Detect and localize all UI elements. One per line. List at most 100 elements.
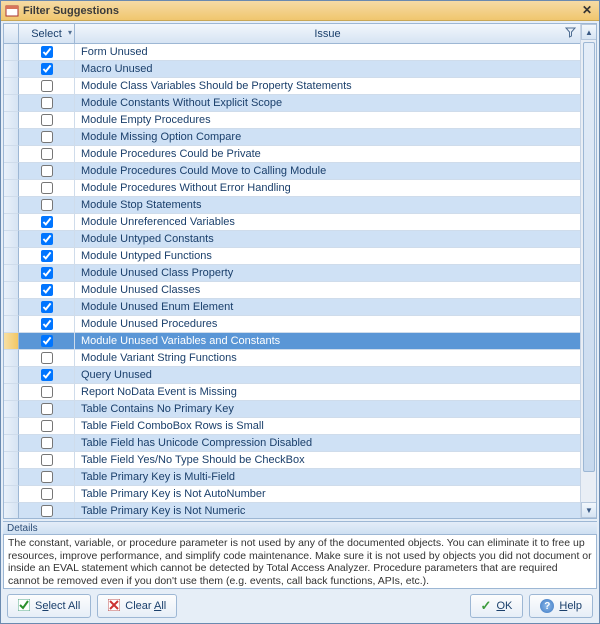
table-row[interactable]: Table Primary Key is Multi-Field <box>4 469 580 486</box>
row-selector[interactable] <box>4 401 19 418</box>
select-all-button[interactable]: Select All <box>7 594 91 618</box>
row-checkbox[interactable] <box>41 301 53 313</box>
row-selector[interactable] <box>4 367 19 384</box>
cell-issue[interactable]: Module Untyped Functions <box>75 248 580 265</box>
table-row[interactable]: Module Class Variables Should be Propert… <box>4 78 580 95</box>
table-row[interactable]: Report NoData Event is Missing <box>4 384 580 401</box>
table-row[interactable]: Module Procedures Could be Private <box>4 146 580 163</box>
table-row[interactable]: Module Untyped Constants <box>4 231 580 248</box>
row-checkbox[interactable] <box>41 437 53 449</box>
row-checkbox[interactable] <box>41 369 53 381</box>
row-selector[interactable] <box>4 95 19 112</box>
cell-issue[interactable]: Table Primary Key is Multi-Field <box>75 469 580 486</box>
row-checkbox[interactable] <box>41 97 53 109</box>
row-selector[interactable] <box>4 163 19 180</box>
row-selector[interactable] <box>4 197 19 214</box>
table-row[interactable]: Module Unused Enum Element <box>4 299 580 316</box>
row-selector[interactable] <box>4 265 19 282</box>
scroll-down-arrow-icon[interactable]: ▼ <box>581 502 597 518</box>
row-checkbox[interactable] <box>41 131 53 143</box>
row-selector[interactable] <box>4 299 19 316</box>
row-selector[interactable] <box>4 435 19 452</box>
row-checkbox[interactable] <box>41 335 53 347</box>
row-selector[interactable] <box>4 503 19 518</box>
row-checkbox[interactable] <box>41 182 53 194</box>
row-checkbox[interactable] <box>41 46 53 58</box>
cell-issue[interactable]: Module Unreferenced Variables <box>75 214 580 231</box>
row-selector[interactable] <box>4 61 19 78</box>
cell-issue[interactable]: Table Field has Unicode Compression Disa… <box>75 435 580 452</box>
row-selector[interactable] <box>4 486 19 503</box>
cell-issue[interactable]: Module Class Variables Should be Propert… <box>75 78 580 95</box>
cell-issue[interactable]: Report NoData Event is Missing <box>75 384 580 401</box>
row-selector[interactable] <box>4 418 19 435</box>
table-row[interactable]: Module Stop Statements <box>4 197 580 214</box>
table-row[interactable]: Table Primary Key is Not Numeric <box>4 503 580 518</box>
row-selector[interactable] <box>4 129 19 146</box>
clear-all-button[interactable]: Clear All <box>97 594 177 618</box>
row-checkbox[interactable] <box>41 318 53 330</box>
cell-issue[interactable]: Table Contains No Primary Key <box>75 401 580 418</box>
table-row[interactable]: Module Unused Variables and Constants <box>4 333 580 350</box>
cell-issue[interactable]: Table Field ComboBox Rows is Small <box>75 418 580 435</box>
table-row[interactable]: Module Unreferenced Variables <box>4 214 580 231</box>
cell-issue[interactable]: Macro Unused <box>75 61 580 78</box>
table-row[interactable]: Module Variant String Functions <box>4 350 580 367</box>
table-row[interactable]: Query Unused <box>4 367 580 384</box>
table-row[interactable]: Module Unused Procedures <box>4 316 580 333</box>
cell-issue[interactable]: Table Field Yes/No Type Should be CheckB… <box>75 452 580 469</box>
table-row[interactable]: Table Field has Unicode Compression Disa… <box>4 435 580 452</box>
titlebar[interactable]: Filter Suggestions ✕ <box>1 1 599 21</box>
row-selector[interactable] <box>4 350 19 367</box>
cell-issue[interactable]: Table Primary Key is Not Numeric <box>75 503 580 518</box>
cell-issue[interactable]: Table Primary Key is Not AutoNumber <box>75 486 580 503</box>
table-row[interactable]: Table Field Yes/No Type Should be CheckB… <box>4 452 580 469</box>
row-selector[interactable] <box>4 112 19 129</box>
cell-issue[interactable]: Module Stop Statements <box>75 197 580 214</box>
table-row[interactable]: Macro Unused <box>4 61 580 78</box>
row-selector[interactable] <box>4 282 19 299</box>
row-selector[interactable] <box>4 469 19 486</box>
row-checkbox[interactable] <box>41 250 53 262</box>
row-checkbox[interactable] <box>41 284 53 296</box>
table-row[interactable]: Module Untyped Functions <box>4 248 580 265</box>
table-row[interactable]: Module Unused Class Property <box>4 265 580 282</box>
scroll-thumb[interactable] <box>583 42 595 472</box>
help-button[interactable]: ? Help <box>529 594 593 618</box>
row-selector[interactable] <box>4 78 19 95</box>
table-row[interactable]: Module Procedures Without Error Handling <box>4 180 580 197</box>
row-checkbox[interactable] <box>41 420 53 432</box>
row-checkbox[interactable] <box>41 216 53 228</box>
row-checkbox[interactable] <box>41 403 53 415</box>
cell-issue[interactable]: Module Procedures Could be Private <box>75 146 580 163</box>
cell-issue[interactable]: Module Unused Variables and Constants <box>75 333 580 350</box>
cell-issue[interactable]: Module Unused Classes <box>75 282 580 299</box>
close-icon[interactable]: ✕ <box>579 3 595 19</box>
row-selector[interactable] <box>4 44 19 61</box>
table-row[interactable]: Module Constants Without Explicit Scope <box>4 95 580 112</box>
table-row[interactable]: Module Empty Procedures <box>4 112 580 129</box>
cell-issue[interactable]: Module Procedures Could Move to Calling … <box>75 163 580 180</box>
cell-issue[interactable]: Module Empty Procedures <box>75 112 580 129</box>
row-checkbox[interactable] <box>41 386 53 398</box>
table-row[interactable]: Table Primary Key is Not AutoNumber <box>4 486 580 503</box>
cell-issue[interactable]: Module Constants Without Explicit Scope <box>75 95 580 112</box>
cell-issue[interactable]: Module Untyped Constants <box>75 231 580 248</box>
cell-issue[interactable]: Module Procedures Without Error Handling <box>75 180 580 197</box>
table-row[interactable]: Module Missing Option Compare <box>4 129 580 146</box>
row-checkbox[interactable] <box>41 63 53 75</box>
cell-issue[interactable]: Form Unused <box>75 44 580 61</box>
row-checkbox[interactable] <box>41 267 53 279</box>
row-selector[interactable] <box>4 316 19 333</box>
col-header-select[interactable]: Select ▾ <box>19 24 75 43</box>
filter-icon[interactable] <box>565 27 576 41</box>
row-selector[interactable] <box>4 452 19 469</box>
table-row[interactable]: Form Unused <box>4 44 580 61</box>
row-checkbox[interactable] <box>41 148 53 160</box>
ok-button[interactable]: ✓ OK <box>470 594 524 618</box>
row-checkbox[interactable] <box>41 165 53 177</box>
row-selector[interactable] <box>4 146 19 163</box>
table-row[interactable]: Table Field ComboBox Rows is Small <box>4 418 580 435</box>
row-selector[interactable] <box>4 231 19 248</box>
row-checkbox[interactable] <box>41 352 53 364</box>
